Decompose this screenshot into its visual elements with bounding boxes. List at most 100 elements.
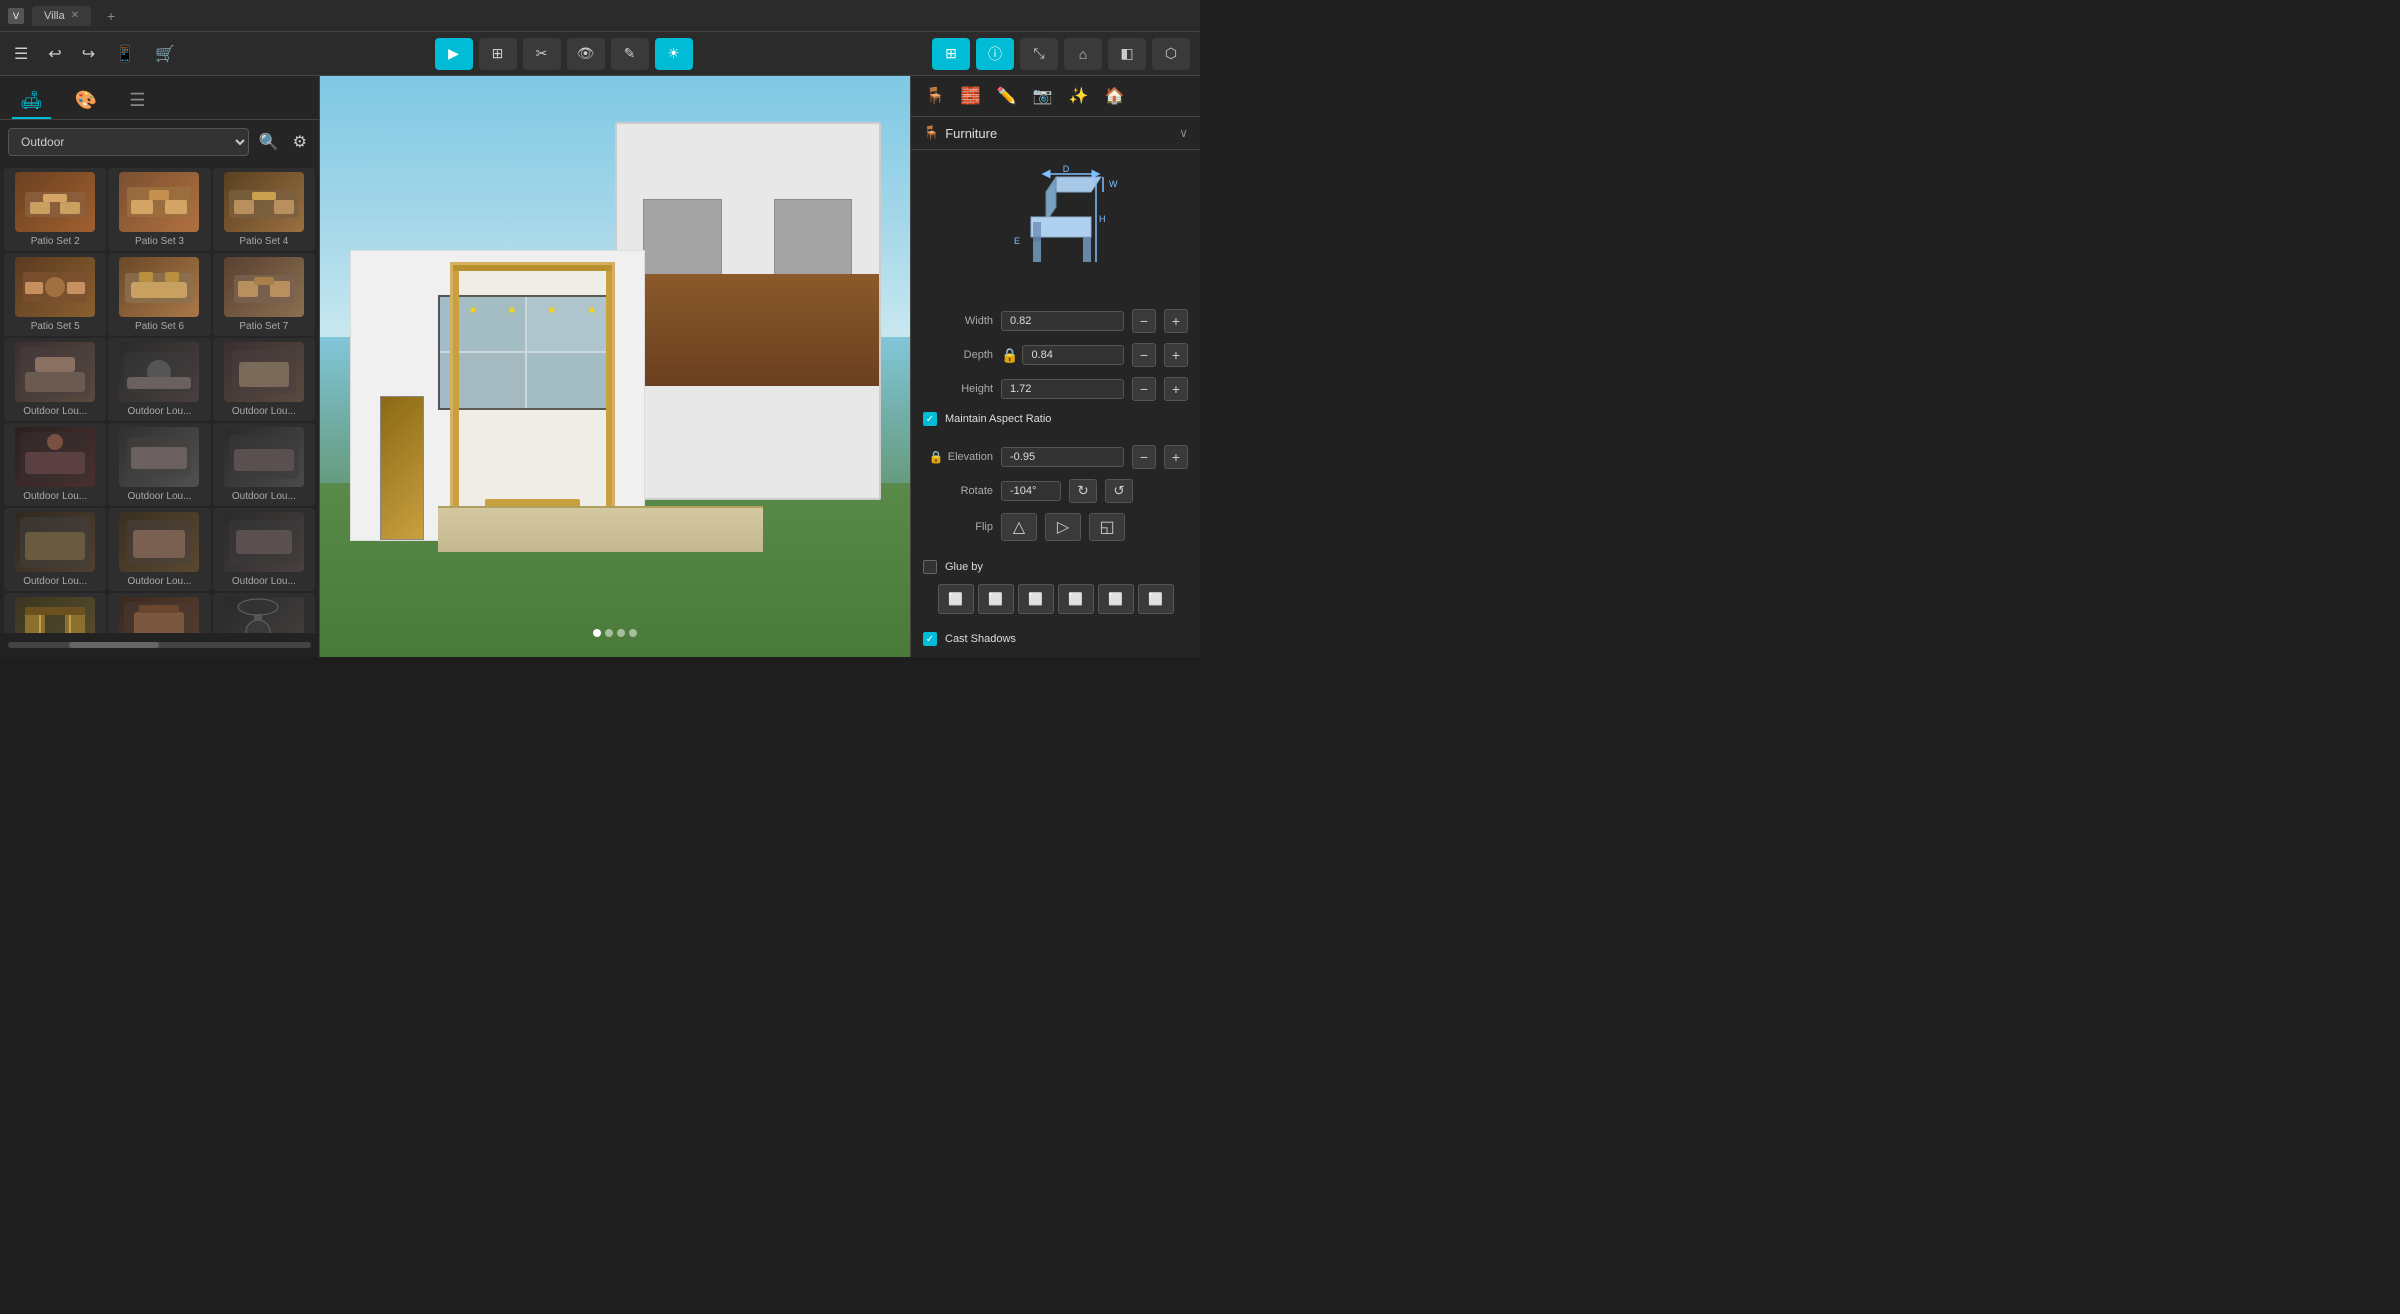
list-item[interactable]: Outdoor Lou...	[4, 338, 106, 421]
flip-horizontal-button[interactable]: △	[1001, 513, 1037, 541]
cube-top-button[interactable]: ⬜	[938, 584, 974, 614]
panel-light-btn[interactable]: ✨	[1063, 82, 1095, 110]
undo-button[interactable]: ↩	[44, 40, 65, 68]
hamburger-icon: ☰	[14, 44, 28, 64]
rotate-cw-button[interactable]: ↻	[1069, 479, 1097, 503]
panel-home-btn[interactable]: 🏠	[1099, 82, 1131, 110]
list-item[interactable]: Outdoor Lou...	[213, 593, 315, 633]
threed-button[interactable]: ⬡	[1152, 38, 1190, 70]
eye-icon: 👁	[577, 45, 595, 62]
floor-icon: ⌂	[1079, 46, 1087, 62]
scroll-thumb	[69, 642, 160, 648]
hamburger-button[interactable]: ☰	[10, 40, 32, 68]
sidebar-tab-materials[interactable]: 🎨	[67, 84, 105, 119]
select-tool-button[interactable]: ▶	[435, 38, 473, 70]
height-property-row: Height − +	[911, 372, 1200, 406]
list-item[interactable]: Outdoor Lou...	[4, 593, 106, 633]
height-input[interactable]	[1001, 379, 1124, 399]
svg-text:E: E	[1014, 236, 1020, 246]
list-item[interactable]: Outdoor Lou...	[4, 423, 106, 506]
redo-button[interactable]: ↪	[78, 40, 99, 68]
group-tool-button[interactable]: ⊞	[479, 38, 517, 70]
panel-camera-btn[interactable]: 📷	[1027, 82, 1059, 110]
info-button[interactable]: ⓘ	[976, 38, 1014, 70]
list-item[interactable]: Patio Set 6	[108, 253, 210, 336]
list-item[interactable]: Patio Set 4	[213, 168, 315, 251]
flip-vertical-button[interactable]: ▷	[1045, 513, 1081, 541]
cube-left-button[interactable]: ⬜	[1058, 584, 1094, 614]
elevation-increase-button[interactable]: +	[1164, 445, 1188, 469]
list-item[interactable]: Patio Set 5	[4, 253, 106, 336]
height-increase-button[interactable]: +	[1164, 377, 1188, 401]
toolbar-center: ▶ ⊞ ✂ 👁 ✎ ☀	[203, 38, 924, 70]
library-button[interactable]: ⊞	[932, 38, 970, 70]
maintain-aspect-ratio-checkbox[interactable]: ✓	[923, 412, 937, 426]
depth-input[interactable]	[1022, 345, 1124, 365]
fit-button[interactable]: ⤡	[1020, 38, 1058, 70]
elevation-decrease-button[interactable]: −	[1132, 445, 1156, 469]
width-input[interactable]	[1001, 311, 1124, 331]
cube-bottom-button[interactable]: ⬜	[1138, 584, 1174, 614]
sidebar-footer	[0, 633, 319, 657]
list-item[interactable]: Outdoor Lou...	[4, 508, 106, 591]
list-item[interactable]: Patio Set 2	[4, 168, 106, 251]
list-item[interactable]: Patio Set 7	[213, 253, 315, 336]
category-select[interactable]: OutdoorIndoorGarden	[8, 128, 249, 156]
app-tab[interactable]: Villa ✕	[32, 6, 91, 26]
list-item[interactable]: Outdoor Lou...	[213, 508, 315, 591]
glue-by-checkbox[interactable]	[923, 560, 937, 574]
depth-label: Depth	[923, 349, 993, 361]
dot-4	[629, 629, 637, 637]
sidebar-tab-list[interactable]: ☰	[121, 84, 153, 119]
cast-shadows-row: ✓ Cast Shadows	[911, 626, 1200, 652]
height-decrease-button[interactable]: −	[1132, 377, 1156, 401]
collapse-button[interactable]: ∨	[1179, 126, 1188, 140]
depth-decrease-button[interactable]: −	[1132, 343, 1156, 367]
list-item[interactable]: Outdoor Lou...	[213, 423, 315, 506]
panel-title: 🪑 Furniture	[923, 125, 997, 141]
filter-button[interactable]: ⚙	[289, 128, 311, 156]
cast-shadows-checkbox[interactable]: ✓	[923, 632, 937, 646]
list-item[interactable]: Outdoor Lou...	[108, 593, 210, 633]
list-item[interactable]: Outdoor Lou...	[108, 338, 210, 421]
depth-increase-button[interactable]: +	[1164, 343, 1188, 367]
rotate-input[interactable]	[1001, 481, 1061, 501]
redo-icon: ↪	[82, 44, 95, 64]
sun-tool-button[interactable]: ☀	[655, 38, 693, 70]
library-icon: ⊞	[945, 45, 957, 62]
pencil-tool-button[interactable]: ✎	[611, 38, 649, 70]
eye-tool-button[interactable]: 👁	[567, 38, 605, 70]
cube-back-button[interactable]: ⬜	[1098, 584, 1134, 614]
glue-by-label: Glue by	[945, 561, 983, 573]
panel-edit-btn[interactable]: ✏️	[991, 82, 1023, 110]
search-button[interactable]: 🔍	[255, 128, 283, 156]
viewport[interactable]	[320, 76, 910, 657]
width-decrease-button[interactable]: −	[1132, 309, 1156, 333]
dot-2	[605, 629, 613, 637]
cube-front-button[interactable]: ⬜	[978, 584, 1014, 614]
add-tab-button[interactable]: +	[99, 4, 123, 28]
list-item[interactable]: Outdoor Lou...	[213, 338, 315, 421]
sidebar-controls: OutdoorIndoorGarden 🔍 ⚙	[0, 120, 319, 164]
panel-furniture-btn[interactable]: 🪑	[919, 82, 951, 110]
list-item[interactable]: Outdoor Lou...	[108, 508, 210, 591]
tab-close[interactable]: ✕	[71, 10, 79, 21]
panel-structure-btn[interactable]: 🧱	[955, 82, 987, 110]
wall-button[interactable]: ◧	[1108, 38, 1146, 70]
list-item[interactable]: Outdoor Lou...	[108, 423, 210, 506]
width-increase-button[interactable]: +	[1164, 309, 1188, 333]
toolbar: ☰ ↩ ↪ 📱 🛒 ▶ ⊞ ✂ 👁 ✎ ☀	[0, 32, 1200, 76]
phone-button[interactable]: 📱	[111, 40, 139, 68]
sun-icon: ☀	[667, 45, 680, 62]
sidebar-tab-furniture[interactable]: 🛋	[12, 84, 51, 119]
phone-icon: 📱	[115, 44, 135, 64]
rotate-ccw-button[interactable]: ↺	[1105, 479, 1133, 503]
floor-button[interactable]: ⌂	[1064, 38, 1102, 70]
horizontal-scrollbar[interactable]	[8, 642, 311, 648]
flip-diagonal-button[interactable]: ◱	[1089, 513, 1125, 541]
cube-right-button[interactable]: ⬜	[1018, 584, 1054, 614]
elevation-input[interactable]	[1001, 447, 1124, 467]
list-item[interactable]: Patio Set 3	[108, 168, 210, 251]
cart-button[interactable]: 🛒	[151, 40, 179, 68]
scissors-tool-button[interactable]: ✂	[523, 38, 561, 70]
